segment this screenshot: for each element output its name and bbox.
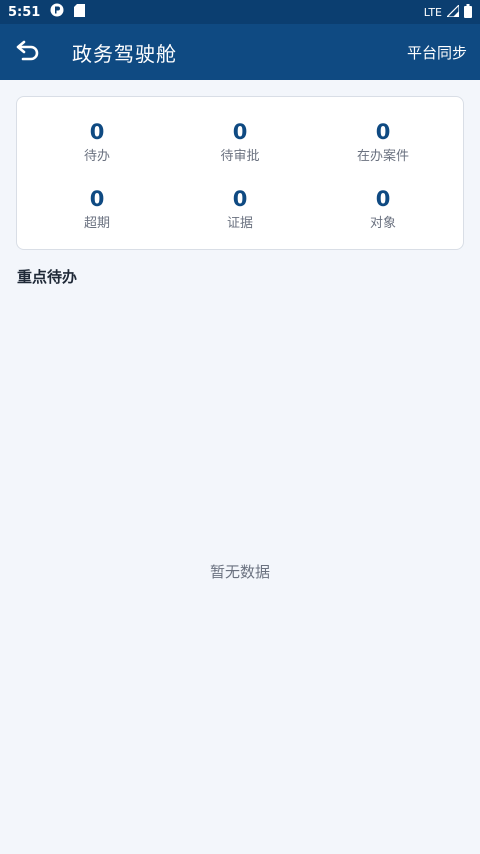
status-bar: 5:51 LTE: [0, 0, 480, 24]
status-time: 5:51: [8, 4, 41, 20]
stat-label: 在办案件: [356, 149, 409, 164]
page-title: 政务驾驶舱: [72, 41, 177, 66]
stat-label: 对象: [369, 216, 396, 231]
stat-label: 超期: [83, 216, 110, 231]
stat-pending-approval[interactable]: 0 待审批: [180, 119, 300, 165]
stat-label: 待审批: [220, 149, 260, 164]
stat-label: 待办: [83, 149, 110, 164]
stat-todo[interactable]: 0 待办: [37, 119, 157, 165]
network-type: LTE: [423, 5, 442, 19]
stat-active-cases[interactable]: 0 在办案件: [323, 119, 443, 165]
stat-value: 0: [89, 120, 105, 144]
stats-card: 0 待办 0 待审批 0 在办案件 0 超期 0 证据 0 对象: [16, 96, 464, 250]
battery-icon: [464, 3, 472, 21]
app-notification-icon: [50, 3, 64, 21]
empty-state-text: 暂无数据: [209, 563, 270, 581]
section-title-key-todos: 重点待办: [17, 268, 78, 286]
stat-value: 0: [89, 187, 105, 211]
stat-value: 0: [375, 120, 391, 144]
stat-label: 证据: [226, 216, 253, 231]
stat-overdue[interactable]: 0 超期: [37, 186, 157, 232]
stat-value: 0: [375, 187, 391, 211]
back-arrow-icon: [15, 39, 41, 65]
app-bar: 政务驾驶舱 平台同步: [0, 24, 480, 80]
platform-sync-button[interactable]: 平台同步: [407, 42, 467, 63]
sd-card-icon: [74, 3, 86, 21]
signal-icon: [445, 3, 460, 20]
back-button[interactable]: [0, 24, 56, 80]
stat-evidence[interactable]: 0 证据: [180, 186, 300, 232]
stat-subjects[interactable]: 0 对象: [323, 186, 443, 232]
stat-value: 0: [232, 120, 248, 144]
stat-value: 0: [232, 187, 248, 211]
